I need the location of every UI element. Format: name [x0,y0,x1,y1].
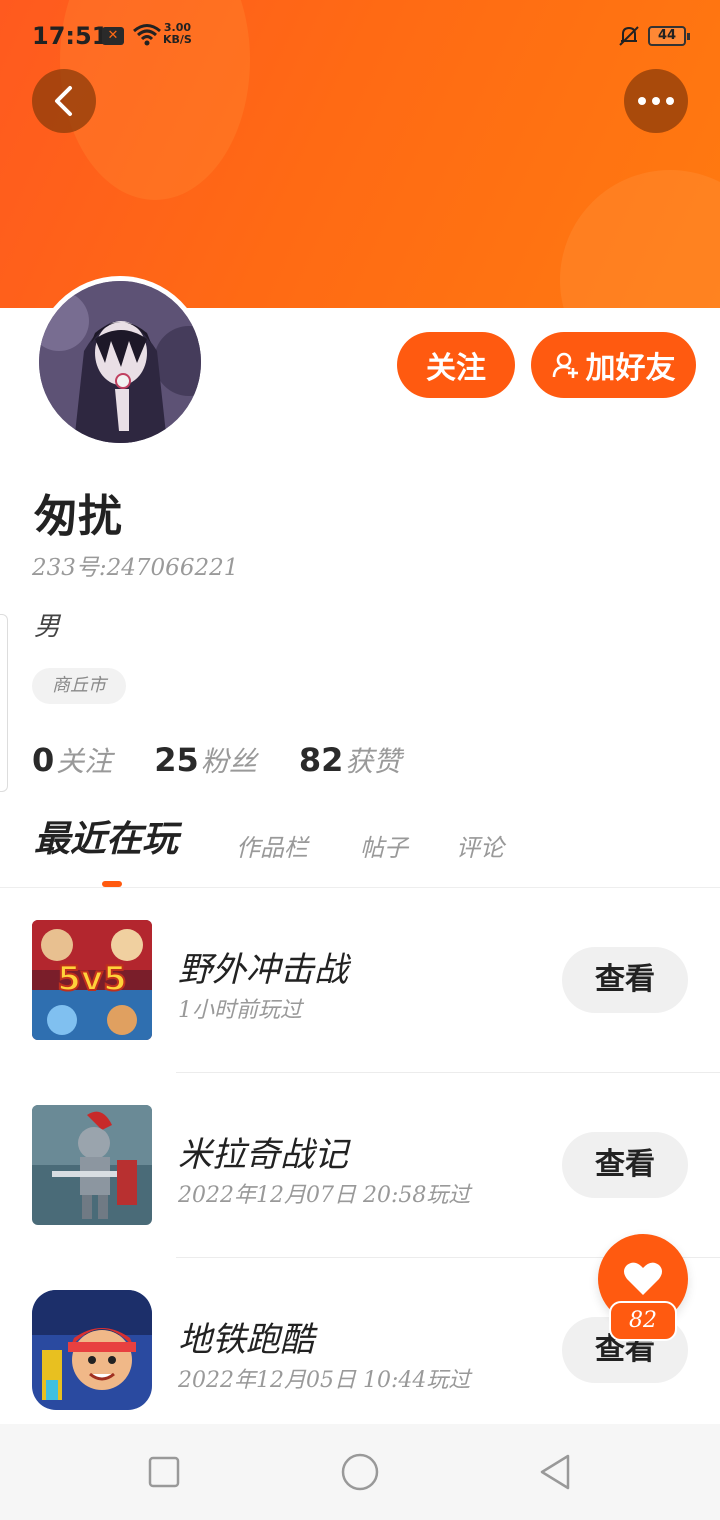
status-bar: 17:51 ✕ 3.00 KB/S 44 [0,0,720,70]
profile-stats: 0 关注 25 粉丝 82 获赞 [32,740,443,784]
game-icon-art [32,1290,152,1410]
avatar-illustration [39,281,201,443]
stat-label: 关注 [56,745,113,778]
more-options-button[interactable] [624,69,688,133]
active-tab-indicator [102,881,122,887]
game-icon [32,1290,152,1410]
wifi-icon [133,24,161,46]
side-edge-handle [0,614,8,792]
profile-name: 匆扰 [34,491,122,542]
game-icon-art: 5v5 [32,920,152,1040]
more-dots-icon [638,97,674,105]
view-game-button[interactable]: 查看 [562,947,688,1013]
tab-works[interactable]: 作品栏 [236,828,308,863]
tab-recently-played[interactable]: 最近在玩 [34,810,178,862]
follow-button-label: 关注 [426,351,486,386]
stat-value: 82 [298,741,344,779]
game-icon-art [32,1105,152,1225]
profile-tabs: 最近在玩 作品栏 帖子 评论 [0,810,720,888]
game-icon [32,1105,152,1225]
add-friend-button[interactable]: 加好友 [531,332,696,398]
back-arrow-icon [55,86,72,116]
game-icon-text: 5v5 [57,959,126,999]
system-navigation-bar [0,1424,720,1520]
list-item[interactable]: 5v5 野外冲击战 1小时前玩过 查看 [0,920,720,1105]
bell-muted-icon [619,26,639,46]
home-icon[interactable] [340,1452,380,1492]
stat-fans[interactable]: 25 粉丝 [154,740,257,780]
stat-value: 0 [32,741,55,779]
game-icon: 5v5 [32,920,152,1040]
status-time: 17:51 [32,22,109,50]
network-speed-unit: KB/S [163,33,192,46]
recent-apps-icon[interactable] [144,1452,184,1492]
back-triangle-icon[interactable] [536,1452,576,1492]
avatar[interactable] [34,276,206,448]
tab-comments[interactable]: 评论 [456,828,504,863]
notification-x-icon: ✕ [102,27,124,45]
stat-value: 25 [154,741,199,779]
add-user-icon [552,352,578,378]
divider [176,1072,720,1073]
stat-label: 获赞 [345,745,402,778]
game-name: 野外冲击战 [178,950,348,990]
avatar-image [39,281,201,443]
stat-following[interactable]: 0 关注 [32,740,112,780]
stat-likes[interactable]: 82 获赞 [299,740,402,780]
battery-indicator: 44 [648,26,690,46]
city-tag: 商丘市 [32,668,126,704]
stat-label: 粉丝 [200,745,257,778]
game-name: 地铁跑酷 [178,1320,314,1360]
like-count-badge: 82 [609,1301,677,1341]
tab-posts[interactable]: 帖子 [360,828,408,863]
heart-icon [624,1262,662,1295]
back-button[interactable] [32,69,96,133]
follow-button[interactable]: 关注 [397,332,515,398]
profile-gender: 男 [34,612,61,642]
game-played-time: 1小时前玩过 [178,998,302,1023]
add-friend-button-label: 加好友 [585,351,676,386]
profile-uid[interactable]: 233号:247066221 [32,548,238,582]
game-played-time: 2022年12月07日 20:58玩过 [178,1183,471,1208]
banner-decoration [560,170,720,308]
game-played-time: 2022年12月05日 10:44玩过 [178,1368,471,1393]
view-game-button[interactable]: 查看 [562,1132,688,1198]
game-name: 米拉奇战记 [178,1135,348,1175]
network-speed: 3.00 KB/S [163,22,192,46]
